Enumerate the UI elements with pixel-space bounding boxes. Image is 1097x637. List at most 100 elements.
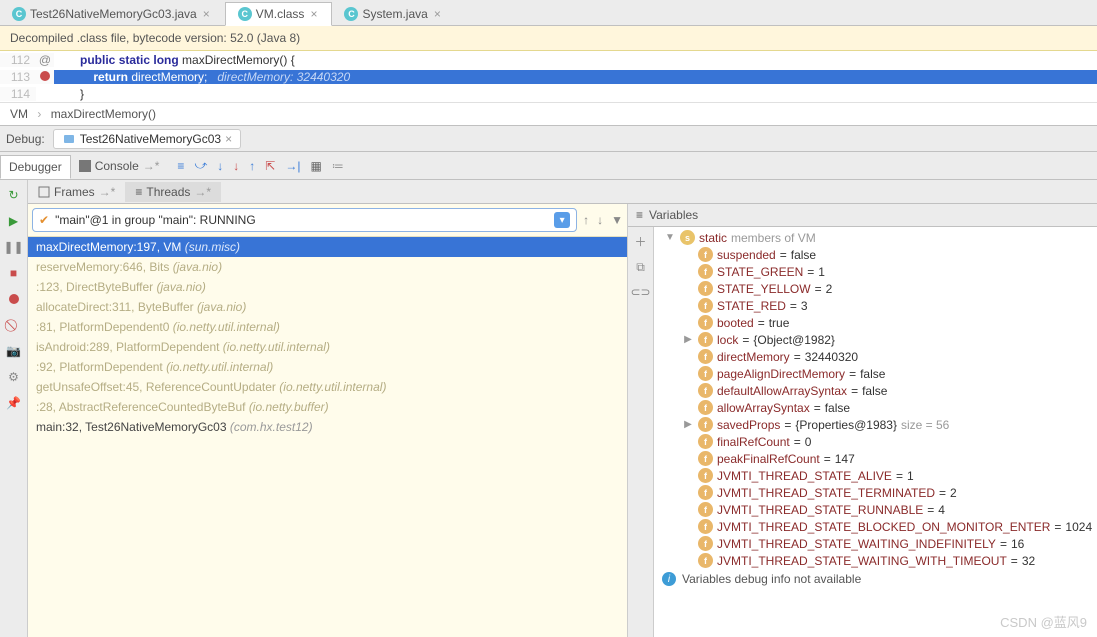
copy-icon[interactable]: ⧉ <box>636 260 645 275</box>
stack-frame[interactable]: getUnsafeOffset:45, ReferenceCountUpdate… <box>28 377 627 397</box>
variable-name: JVMTI_THREAD_STATE_BLOCKED_ON_MONITOR_EN… <box>717 520 1050 534</box>
frame-method: :123, DirectByteBuffer <box>36 280 153 294</box>
stack-frame[interactable]: :81, PlatformDependent0 (io.netty.util.i… <box>28 317 627 337</box>
expand-icon[interactable]: ▶ <box>682 334 694 345</box>
variable-row[interactable]: f JVMTI_THREAD_STATE_RUNNABLE = 4 <box>654 501 1097 518</box>
frames-more-icon: →* <box>99 185 116 199</box>
variable-row[interactable]: f allowArraySyntax = false <box>654 399 1097 416</box>
next-frame-icon[interactable]: ↓ <box>597 213 603 227</box>
run-config-icon <box>62 132 76 146</box>
field-badge-icon: f <box>698 264 713 279</box>
variable-row[interactable]: f JVMTI_THREAD_STATE_WAITING_INDEFINITEL… <box>654 535 1097 552</box>
stack-frame[interactable]: allocateDirect:311, ByteBuffer (java.nio… <box>28 297 627 317</box>
force-step-into-icon[interactable]: ↓ <box>233 159 239 173</box>
editor-tab[interactable]: CVM.class× <box>225 2 333 26</box>
variable-row[interactable]: f suspended = false <box>654 246 1097 263</box>
debug-config-tab[interactable]: Test26NativeMemoryGc03 × <box>53 129 241 149</box>
close-icon[interactable]: × <box>225 132 232 146</box>
variables-tree[interactable]: ▼ s static members of VM f suspended = f… <box>654 227 1097 637</box>
variables-info: i Variables debug info not available <box>654 569 1097 589</box>
variable-row[interactable]: ▶f lock = {Object@1982} <box>654 331 1097 348</box>
variable-row[interactable]: f JVMTI_THREAD_STATE_TERMINATED = 2 <box>654 484 1097 501</box>
add-watch-icon[interactable]: ＋ <box>634 233 646 250</box>
editor-tab[interactable]: CSystem.java× <box>332 3 455 25</box>
variable-row[interactable]: f STATE_GREEN = 1 <box>654 263 1097 280</box>
run-to-cursor-icon[interactable]: →| <box>285 159 300 173</box>
variable-row[interactable]: ▶f savedProps = {Properties@1983} size =… <box>654 416 1097 433</box>
tab-console[interactable]: Console →* <box>71 155 168 177</box>
tab-debugger[interactable]: Debugger <box>0 155 71 179</box>
variable-row[interactable]: f booted = true <box>654 314 1097 331</box>
stack-frame[interactable]: main:32, Test26NativeMemoryGc03 (com.hx.… <box>28 417 627 437</box>
resume-icon[interactable]: ▶ <box>5 212 23 230</box>
thread-dropdown-icon[interactable]: ▾ <box>554 212 570 228</box>
variable-row[interactable]: f finalRefCount = 0 <box>654 433 1097 450</box>
stack-frame[interactable]: reserveMemory:646, Bits (java.nio) <box>28 257 627 277</box>
stack-frame[interactable]: :123, DirectByteBuffer (java.nio) <box>28 277 627 297</box>
variable-row[interactable]: f STATE_RED = 3 <box>654 297 1097 314</box>
step-over-icon[interactable]: ⤻ <box>194 158 207 173</box>
view-breakpoints-icon[interactable] <box>5 290 23 308</box>
crumb-method[interactable]: maxDirectMemory() <box>51 107 156 121</box>
rerun-icon[interactable]: ↻ <box>5 186 23 204</box>
breadcrumb[interactable]: VM › maxDirectMemory() <box>0 102 1097 126</box>
evaluate-icon[interactable]: ▦ <box>310 159 321 173</box>
settings-icon[interactable]: ⚙ <box>5 368 23 386</box>
variable-row[interactable]: f pageAlignDirectMemory = false <box>654 365 1097 382</box>
variable-value: 1 <box>818 265 825 279</box>
frames-panel: ✔ "main"@1 in group "main": RUNNING ▾ ↑ … <box>28 204 628 637</box>
variable-row[interactable]: f JVMTI_THREAD_STATE_WAITING_WITH_TIMEOU… <box>654 552 1097 569</box>
variable-row[interactable]: f JVMTI_THREAD_STATE_BLOCKED_ON_MONITOR_… <box>654 518 1097 535</box>
drop-frame-icon[interactable]: ⇱ <box>265 159 275 173</box>
tab-label: System.java <box>362 7 427 21</box>
step-into-icon[interactable]: ↓ <box>217 159 223 173</box>
field-badge-icon: f <box>698 434 713 449</box>
stack-frame[interactable]: :92, PlatformDependent (io.netty.util.in… <box>28 357 627 377</box>
variable-row[interactable]: f peakFinalRefCount = 147 <box>654 450 1097 467</box>
collapse-icon[interactable]: ▼ <box>664 232 676 243</box>
variable-row[interactable]: f STATE_YELLOW = 2 <box>654 280 1097 297</box>
close-icon[interactable]: × <box>432 7 443 21</box>
variable-row[interactable]: f JVMTI_THREAD_STATE_ALIVE = 1 <box>654 467 1097 484</box>
close-icon[interactable]: × <box>308 7 319 21</box>
close-icon[interactable]: × <box>201 7 212 21</box>
variable-row[interactable]: f defaultAllowArraySyntax = false <box>654 382 1097 399</box>
code-editor[interactable]: 112@public static long maxDirectMemory()… <box>0 51 1097 102</box>
pin-icon[interactable]: 📌 <box>5 394 23 412</box>
tool-more-icon[interactable]: ≔ <box>332 159 344 173</box>
equals: = <box>1000 537 1007 551</box>
pause-icon[interactable]: ❚❚ <box>5 238 23 256</box>
frame-method: maxDirectMemory:197, VM <box>36 240 181 254</box>
tab-label: VM.class <box>256 7 305 21</box>
show-exec-icon[interactable]: ≡ <box>177 159 184 173</box>
link-icon[interactable]: ⊂⊃ <box>630 285 650 299</box>
tab-threads[interactable]: ≡ Threads →* <box>125 182 221 202</box>
stack-frame[interactable]: maxDirectMemory:197, VM (sun.misc) <box>28 237 627 257</box>
camera-icon[interactable]: 📷 <box>5 342 23 360</box>
variable-name: directMemory <box>717 350 790 364</box>
gutter-mark[interactable]: @ <box>36 53 54 67</box>
prev-frame-icon[interactable]: ↑ <box>583 213 589 227</box>
tab-frames[interactable]: Frames →* <box>28 182 125 202</box>
gutter-mark[interactable] <box>36 70 54 84</box>
variable-row[interactable]: f directMemory = 32440320 <box>654 348 1097 365</box>
thread-selector[interactable]: ✔ "main"@1 in group "main": RUNNING ▾ <box>32 208 577 232</box>
stack-frame[interactable]: :28, AbstractReferenceCountedByteBuf (io… <box>28 397 627 417</box>
mute-breakpoints-icon[interactable]: ⃠ <box>5 316 23 334</box>
code-line[interactable]: 114} <box>0 85 1097 102</box>
breakpoint-icon[interactable] <box>40 71 50 81</box>
stop-icon[interactable]: ■ <box>5 264 23 282</box>
equals: = <box>784 418 791 432</box>
expand-icon[interactable]: ▶ <box>682 419 694 430</box>
code-line[interactable]: 112@public static long maxDirectMemory()… <box>0 51 1097 68</box>
crumb-class[interactable]: VM <box>10 107 28 121</box>
editor-tab[interactable]: CTest26NativeMemoryGc03.java× <box>0 3 225 25</box>
frame-list[interactable]: maxDirectMemory:197, VM (sun.misc)reserv… <box>28 237 627 637</box>
static-desc: members of VM <box>731 231 816 245</box>
code-line[interactable]: 113 return directMemory; directMemory: 3… <box>0 68 1097 85</box>
step-out-icon[interactable]: ↑ <box>249 159 255 173</box>
stack-frame[interactable]: isAndroid:289, PlatformDependent (io.net… <box>28 337 627 357</box>
static-group[interactable]: ▼ s static members of VM <box>654 229 1097 246</box>
variable-name: booted <box>717 316 754 330</box>
filter-icon[interactable]: ▼ <box>611 213 623 227</box>
